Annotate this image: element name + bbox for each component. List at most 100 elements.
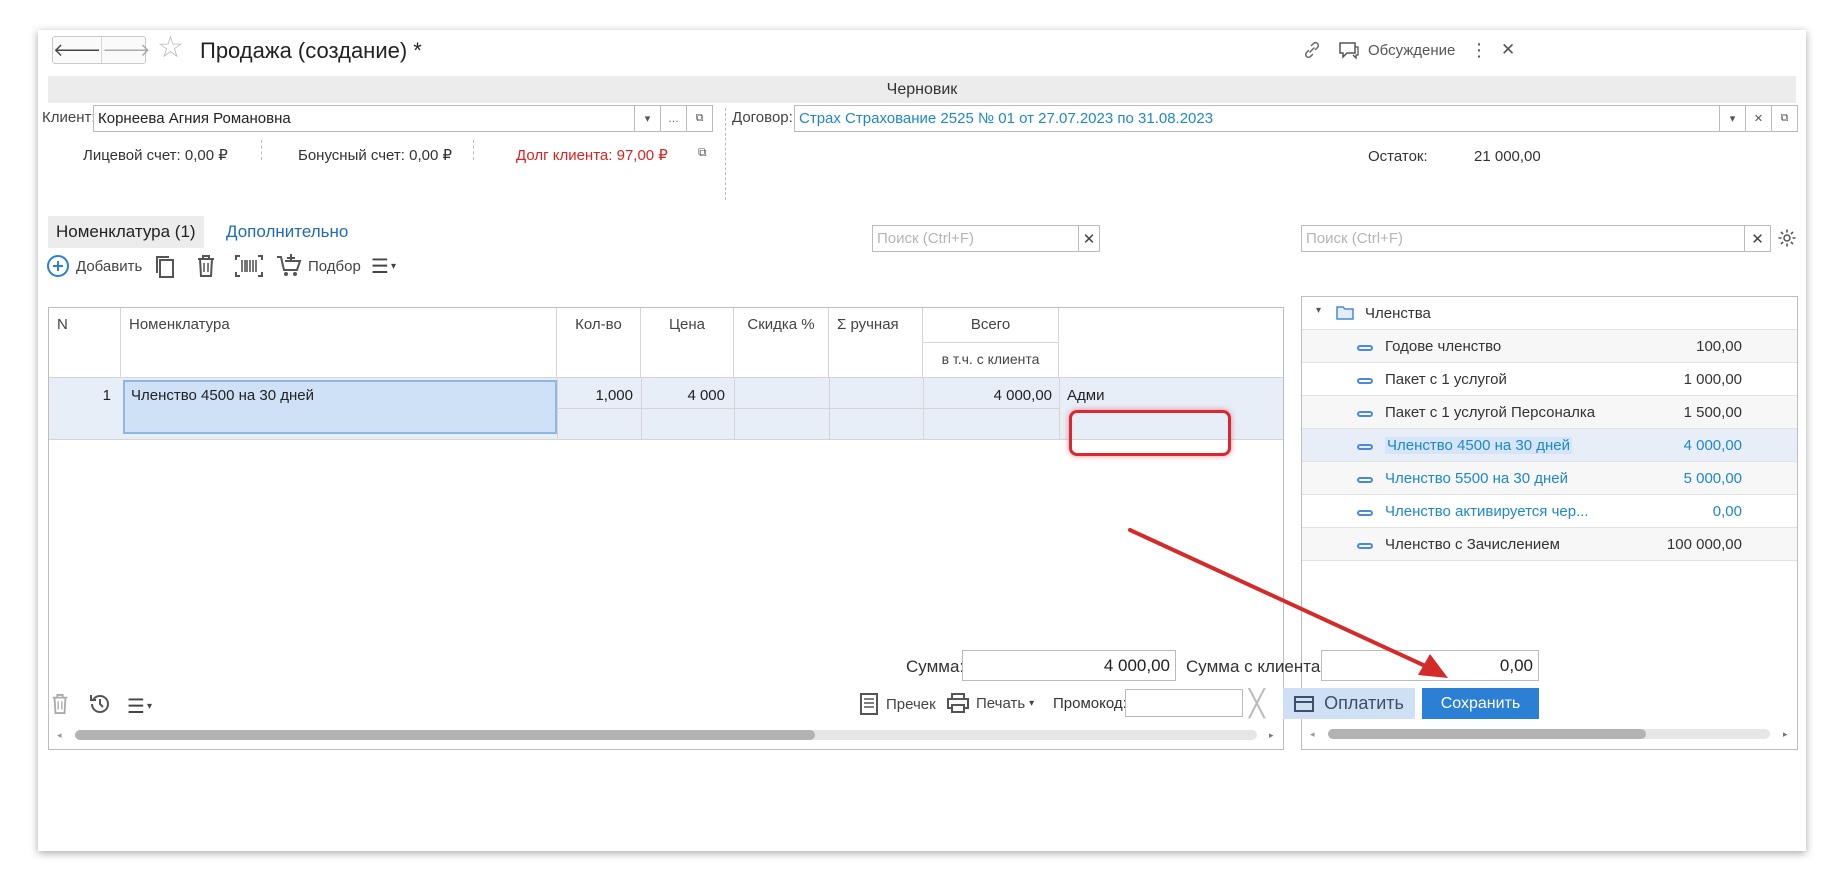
scroll-right-icon[interactable]: ▸ (1269, 730, 1274, 741)
link-button[interactable] (1302, 36, 1322, 64)
divider (473, 140, 474, 160)
print-button[interactable]: Печать ▾ (946, 692, 1034, 714)
client-field[interactable]: Корнеева Агния Романовна ▾ … ⧉ (93, 105, 713, 132)
trash-icon (52, 694, 68, 714)
tab-additional[interactable]: Дополнительно (226, 216, 348, 248)
cell-item: Членство 4500 на 30 дней (131, 387, 314, 404)
tree-item-row[interactable]: Пакет с 1 услугой Персоналка 1 500,00 (1302, 396, 1797, 429)
column-header-discount[interactable]: Скидка % (734, 308, 829, 378)
client-select-button[interactable]: … (660, 106, 686, 131)
tab-nomenclature[interactable]: Номенклатура (1) (48, 216, 204, 248)
print-label: Печать (976, 694, 1026, 712)
tree-folder-name: Членства (1365, 305, 1431, 322)
printer-icon (947, 693, 969, 713)
caret-down-icon: ▾ (146, 701, 152, 712)
document-menu-button[interactable]: ☰ ▾ (127, 694, 152, 719)
caret-down-icon: ▾ (1729, 113, 1736, 125)
column-header-total-sub[interactable]: в т.ч. с клиента (923, 343, 1059, 378)
cell-item-editor[interactable]: Членство 4500 на 30 дней (123, 380, 557, 434)
tree-item-price: 5 000,00 (1683, 470, 1742, 487)
contract-open-button[interactable]: ⧉ (1771, 106, 1797, 131)
section-divider (725, 108, 726, 200)
history-icon (90, 694, 109, 713)
copy-icon (156, 256, 174, 278)
column-header-total[interactable]: Всего (923, 308, 1059, 343)
tree-item-row[interactable]: Годове членство 100,00 (1302, 330, 1797, 363)
receipt-button[interactable]: Пречек (858, 692, 936, 716)
arrow-left-icon: 🡐 (53, 39, 102, 60)
link-icon (1304, 41, 1320, 59)
horizontal-scrollbar-thumb[interactable] (1328, 729, 1646, 739)
cell-extra[interactable]: Адми (1067, 387, 1104, 404)
pay-button[interactable]: Оплатить (1283, 688, 1415, 719)
ellipsis-icon: … (668, 112, 679, 125)
more-menu-button[interactable]: ⋮ (1470, 36, 1488, 64)
forward-button[interactable]: 🡒 (101, 37, 151, 63)
item-marker-icon (1357, 510, 1373, 516)
horizontal-scrollbar-thumb[interactable] (75, 730, 815, 740)
catalog-search-field[interactable]: ✕ (1301, 225, 1771, 252)
receipt-icon (860, 693, 878, 715)
copy-button[interactable] (153, 254, 177, 280)
tree-item-row[interactable]: Пакет с 1 услугой 1 000,00 (1302, 363, 1797, 396)
pick-label: Подбор (308, 257, 361, 275)
add-button[interactable]: Добавить (46, 254, 142, 278)
cell-qty[interactable]: 1,000 (557, 387, 633, 404)
tree-item-row[interactable]: Членство 4500 на 30 дней 4 000,00 (1302, 429, 1797, 462)
contract-clear-button[interactable]: ✕ (1745, 106, 1771, 131)
discussion-button[interactable]: Обсуждение (1338, 36, 1455, 64)
caret-down-icon[interactable]: ▾ (1316, 305, 1321, 316)
contract-field[interactable]: Страх Страхование 2525 № 01 от 27.07.202… (794, 105, 1798, 132)
column-header-n[interactable]: N (49, 308, 121, 378)
caret-down-icon: ▾ (1029, 697, 1035, 709)
scroll-left-icon[interactable]: ◂ (1310, 729, 1315, 740)
pay-label: Оплатить (1324, 693, 1404, 713)
barcode-button[interactable] (234, 254, 264, 278)
scroll-left-icon[interactable]: ◂ (57, 730, 62, 741)
item-marker-icon (1357, 477, 1373, 483)
tree-folder-row[interactable]: ▾ Членства (1302, 297, 1797, 330)
item-marker-icon (1357, 345, 1373, 351)
promo-field[interactable] (1125, 689, 1243, 717)
contract-dropdown-button[interactable]: ▾ (1719, 106, 1745, 131)
add-label: Добавить (76, 257, 143, 275)
search-clear-icon[interactable]: ✕ (1078, 226, 1099, 251)
row-inner-divider (557, 408, 1059, 409)
history-button[interactable] (88, 692, 112, 716)
column-header-item[interactable]: Номенклатура (121, 308, 557, 378)
delete-row-button[interactable] (195, 254, 217, 278)
discussion-label: Обсуждение (1368, 41, 1456, 59)
cell-total[interactable]: 4 000,00 (923, 387, 1052, 404)
column-header-manual[interactable]: Σ ручная (829, 308, 923, 378)
search-clear-icon[interactable]: ✕ (1744, 226, 1770, 251)
cell-price[interactable]: 4 000 (641, 387, 725, 404)
divider (261, 140, 262, 160)
column-header-price[interactable]: Цена (641, 308, 734, 378)
table-search-field[interactable]: ✕ (872, 225, 1100, 252)
settings-gear-icon[interactable] (1777, 228, 1797, 251)
save-button[interactable]: Сохранить (1422, 688, 1539, 719)
back-button[interactable]: 🡐 (53, 37, 101, 63)
promo-clear-icon[interactable]: ╳ (1249, 690, 1265, 716)
client-open-button[interactable]: ⧉ (686, 106, 712, 131)
debt-open-icon[interactable]: ⧉ (698, 145, 707, 160)
table-search-input[interactable] (873, 226, 1078, 251)
delete-document-button[interactable] (50, 693, 70, 715)
catalog-search-input[interactable] (1302, 226, 1744, 251)
scroll-right-icon[interactable]: ▸ (1783, 729, 1788, 740)
tree-item-price: 1 000,00 (1683, 371, 1742, 388)
tree-item-row[interactable]: Членство 5500 на 30 дней 5 000,00 (1302, 462, 1797, 495)
window-title: Продажа (создание) * (200, 38, 422, 63)
favorite-star-icon[interactable]: ☆ (157, 33, 184, 63)
more-actions-button[interactable]: ☰ ▾ (371, 254, 396, 279)
client-label: Клиент: (42, 109, 96, 126)
remainder-value: 21 000,00 (1474, 148, 1541, 165)
bonus-account: Бонусный счет: 0,00 ₽ (298, 147, 453, 164)
close-button[interactable]: ✕ (1501, 36, 1515, 64)
grid-line (923, 378, 924, 440)
caret-down-icon: ▾ (390, 261, 396, 272)
card-icon (1294, 695, 1315, 712)
pick-button[interactable]: Подбор (276, 253, 361, 279)
column-header-qty[interactable]: Кол-во (557, 308, 641, 378)
client-dropdown-button[interactable]: ▾ (634, 106, 660, 131)
